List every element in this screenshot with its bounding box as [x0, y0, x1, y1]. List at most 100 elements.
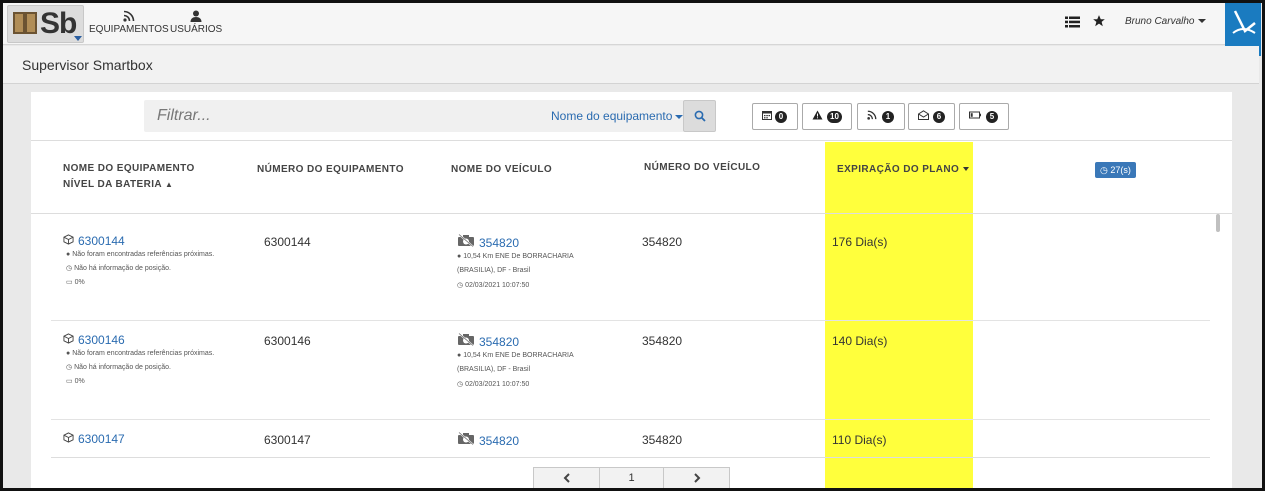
nav-item-label: USUÁRIOS — [170, 24, 223, 35]
datetime-label: 02/03/2021 10:07:50 — [465, 282, 530, 289]
battery-text: ▭ 0% — [66, 278, 214, 286]
battery-icon — [969, 110, 982, 123]
vehicle-number-cell: 354820 — [642, 334, 683, 348]
nav-item-equipamentos[interactable]: EQUIPAMENTOS — [89, 10, 169, 35]
col-label: NÍVEL DA BATERIA — [63, 179, 162, 190]
camera-off-icon — [457, 332, 475, 349]
filter-field-label: Nome do equipamento — [551, 109, 673, 123]
col-label: NÚMERO DO EQUIPAMENTO — [257, 164, 404, 175]
prev-page-button[interactable] — [534, 468, 600, 488]
warning-filter-button[interactable]: 10 — [802, 103, 852, 130]
cube-icon — [63, 432, 74, 446]
no-position-label: Não há informação de posição. — [74, 265, 171, 272]
table-row[interactable]: 6300147 6300147 354820 354820 110 Dia(s) — [51, 420, 1210, 458]
logo-text: Sb — [40, 7, 77, 40]
cube-icon — [63, 234, 74, 248]
location-line: 10,54 Km ENE De BORRACHARIA — [463, 253, 574, 260]
map-marker-icon: ● — [457, 352, 462, 359]
col-label: EXPIRAÇÃO DO PLANO — [837, 164, 960, 175]
table-row[interactable]: 6300146 ● Não foram encontradas referênc… — [51, 321, 1210, 420]
vehicle-number-cell: 354820 — [642, 433, 683, 447]
equipment-link[interactable]: 6300147 — [78, 432, 125, 446]
location-text: (BRASILIA), DF - Brasil — [457, 366, 531, 373]
caret-down-icon — [1198, 19, 1207, 24]
equipment-cell: 6300147 — [63, 432, 125, 446]
calendar-icon — [762, 110, 772, 123]
count-badge: 5 — [986, 111, 998, 123]
autotrac-logo-icon — [1232, 10, 1256, 34]
envelope-filter-button[interactable]: 6 — [908, 103, 955, 130]
clock-icon: ◷ — [66, 364, 73, 371]
count-badge: 10 — [827, 111, 842, 123]
main-panel: Nome do equipamento 0 10 1 6 5 NOME DO — [31, 92, 1232, 489]
col-header-plan-expiration[interactable]: EXPIRAÇÃO DO PLANO — [837, 162, 970, 178]
filter-field-select[interactable]: Nome do equipamento — [551, 109, 684, 123]
no-position-text: ◷ Não há informação de posição. — [66, 363, 214, 371]
clock-icon: ◷ — [457, 282, 464, 289]
sort-icon: ▲︎ — [165, 180, 174, 189]
calendar-filter-button[interactable]: 0 — [752, 103, 798, 130]
vehicle-link[interactable]: 354820 — [479, 434, 519, 448]
filter-bar: Nome do equipamento — [144, 100, 716, 132]
table-scrollbar[interactable] — [1216, 214, 1220, 232]
search-icon — [694, 110, 706, 122]
chevron-left-icon — [563, 473, 570, 483]
battery-icon: ▭ — [66, 378, 73, 385]
col-header-equipment-number[interactable]: NÚMERO DO EQUIPAMENTO — [257, 162, 404, 178]
signal-filter-button[interactable]: 1 — [857, 103, 905, 130]
vehicle-link[interactable]: 354820 — [479, 236, 519, 250]
battery-icon: ▭ — [66, 279, 73, 286]
location-text: ● 10,54 Km ENE De BORRACHARIA — [457, 253, 574, 260]
clock-icon: ◷ — [457, 381, 464, 388]
datetime-label: 02/03/2021 10:07:50 — [465, 381, 530, 388]
next-page-button[interactable] — [664, 468, 730, 488]
filter-input[interactable] — [144, 100, 534, 132]
battery-filter-button[interactable]: 5 — [959, 103, 1009, 130]
app-logo-button[interactable]: Sb — [7, 5, 84, 43]
map-marker-icon: ● — [457, 253, 462, 260]
no-reference-text: ● Não foram encontradas referências próx… — [66, 251, 214, 258]
rss-icon — [89, 10, 169, 24]
user-name: Bruno Carvalho — [1125, 16, 1195, 27]
user-menu[interactable]: Bruno Carvalho — [1125, 16, 1207, 27]
location-line: 10,54 Km ENE De BORRACHARIA — [463, 352, 574, 359]
vehicle-link[interactable]: 354820 — [479, 335, 519, 349]
equipment-cell: 6300144 ● Não foram encontradas referênc… — [63, 234, 214, 286]
equipment-link[interactable]: 6300144 — [78, 234, 125, 248]
caret-down-icon — [74, 36, 82, 41]
vehicle-cell: 354820 — [457, 431, 519, 448]
no-reference-text: ● Não foram encontradas referências próx… — [66, 350, 214, 357]
col-label: NOME DO VEÍCULO — [451, 164, 553, 175]
datetime-text: ◷ 02/03/2021 10:07:50 — [457, 380, 574, 388]
table-row[interactable]: 6300144 ● Não foram encontradas referênc… — [51, 222, 1210, 321]
count-badge: 6 — [933, 111, 945, 123]
clock-icon: ◷ — [1100, 165, 1108, 175]
no-reference-label: Não foram encontradas referências próxim… — [72, 350, 215, 357]
count-label: 27(s) — [1110, 165, 1131, 175]
rss-icon — [867, 110, 877, 123]
nav-item-usuarios[interactable]: USUÁRIOS — [170, 10, 222, 35]
col-header-vehicle-name[interactable]: NOME DO VEÍCULO — [451, 162, 552, 178]
list-icon[interactable] — [1065, 15, 1080, 33]
clock-icon: ◷ — [66, 265, 73, 272]
battery-label: 0% — [74, 279, 85, 286]
no-position-text: ◷ Não há informação de posição. — [66, 264, 214, 272]
warning-icon — [812, 110, 823, 123]
col-label: NÚMERO DO VEÍCULO — [644, 162, 761, 173]
col-header-equipment-name[interactable]: NOME DO EQUIPAMENTO NÍVEL DA BATERIA ▲︎ — [63, 161, 195, 193]
map-marker-icon: ● — [66, 350, 71, 357]
count-badge: ◷ 27(s) — [1095, 162, 1136, 178]
equipment-number-cell: 6300144 — [264, 235, 311, 249]
envelope-icon — [918, 110, 929, 123]
chevron-right-icon — [694, 473, 701, 483]
location-text: (BRASILIA), DF - Brasil — [457, 267, 531, 274]
page-number-button[interactable]: 1 — [600, 468, 664, 488]
search-button[interactable] — [683, 100, 716, 132]
battery-text: ▭ 0% — [66, 377, 214, 385]
star-icon[interactable] — [1092, 14, 1106, 33]
col-header-vehicle-number[interactable]: NÚMERO DO VEÍCULO — [644, 160, 760, 176]
camera-off-icon — [457, 431, 475, 448]
cube-icon — [63, 333, 74, 347]
box-icon — [13, 12, 37, 34]
equipment-link[interactable]: 6300146 — [78, 333, 125, 347]
